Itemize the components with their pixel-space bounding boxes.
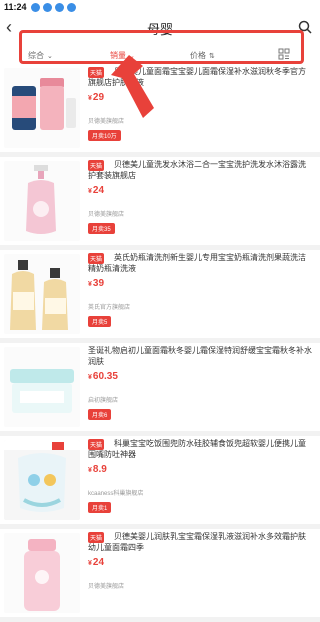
- product-price: ¥39: [88, 278, 105, 289]
- notification-icon: [42, 2, 52, 12]
- tmall-badge: 天猫: [88, 532, 105, 543]
- product-price: ¥24: [88, 185, 105, 196]
- product-name: 科巢宝宝吃饭围兜防水硅胶辅食饭兜超软婴儿便携儿童围嘴防吐神器: [88, 439, 306, 459]
- notification-icon: [54, 2, 64, 12]
- product-card[interactable]: 贝德美婴儿润肤乳宝宝霜保湿乳液滋润补水多效霜护肤幼儿童面霜四季 天猫 ¥24 贝…: [0, 529, 320, 617]
- product-card[interactable]: 科巢宝宝吃饭围兜防水硅胶辅食饭兜超软婴儿便携儿童围嘴防吐神器 天猫 ¥8.9 k…: [0, 436, 320, 524]
- product-price: ¥24: [88, 557, 105, 568]
- product-list: 贝德美儿童面霜宝宝婴儿面霜保湿补水滋润秋冬季官方旗舰店护肤乳液 天猫 ¥29 贝…: [0, 64, 320, 622]
- product-price: ¥8.9: [88, 464, 107, 475]
- price-sort-icon: ⇅: [209, 52, 215, 60]
- status-time: 11:24: [4, 2, 27, 12]
- product-name: 贝德美婴儿润肤乳宝宝霜保湿乳液滋润补水多效霜护肤幼儿童面霜四季: [88, 532, 306, 552]
- product-image: [4, 347, 80, 427]
- product-card[interactable]: 贝德美儿童洗发水沐浴二合一宝宝洗护洗发水沐浴露洗护套装旗舰店 天猫 ¥24 贝德…: [0, 157, 320, 245]
- search-icon[interactable]: [298, 20, 312, 34]
- product-name: 贝德美儿童面霜宝宝婴儿面霜保湿补水滋润秋冬季官方旗舰店护肤乳液: [88, 67, 306, 87]
- top-bar: ‹ 母婴: [0, 14, 320, 42]
- notification-icon: [30, 2, 40, 12]
- product-name: 贝德美儿童洗发水沐浴二合一宝宝洗护洗发水沐浴露洗护套装旗舰店: [88, 160, 306, 180]
- sales-badge: 月卖6: [88, 409, 112, 420]
- product-image: [4, 440, 80, 520]
- product-price: ¥29: [88, 92, 105, 103]
- sales-badge: 月卖1: [88, 502, 112, 513]
- sort-price[interactable]: 价格 ⇅: [190, 50, 215, 61]
- shop-name: 英氏官方旗舰店: [88, 305, 131, 311]
- shop-name: 贝德美旗舰店: [88, 584, 125, 590]
- tmall-badge: 天猫: [88, 253, 105, 264]
- product-name: 英氏奶瓶清洗剂新生婴儿专用宝宝奶瓶清洗剂果蔬洗洁精奶瓶清洗液: [88, 253, 306, 273]
- shop-name: kcaaness科巢旗舰店: [88, 491, 144, 497]
- product-card[interactable]: 贝德美儿童面霜宝宝婴儿面霜保湿补水滋润秋冬季官方旗舰店护肤乳液 天猫 ¥29 贝…: [0, 64, 320, 152]
- product-card[interactable]: 圣诞礼物启初儿童面霜秋冬婴儿霜保湿特润舒缓宝宝霜秋冬补水润肤 ¥60.35 启初…: [0, 343, 320, 431]
- page-title: 母婴: [146, 21, 173, 37]
- tmall-badge: 天猫: [88, 439, 105, 450]
- sort-comprehensive[interactable]: 综合 ⌄: [28, 50, 53, 61]
- product-image: [4, 161, 80, 241]
- chevron-down-icon: ⌄: [47, 52, 53, 60]
- back-icon[interactable]: ‹: [6, 18, 12, 36]
- product-price: ¥60.35: [88, 371, 118, 382]
- notification-icon: [66, 2, 76, 12]
- sort-sales[interactable]: 销量 ⌄: [110, 50, 135, 61]
- sales-badge: 月卖35: [88, 223, 115, 234]
- chevron-down-icon: ⌄: [129, 52, 135, 60]
- sales-badge: 月卖10万: [88, 130, 121, 141]
- status-bar: 11:24: [0, 0, 320, 14]
- tmall-badge: 天猫: [88, 67, 105, 78]
- product-image: [4, 533, 80, 613]
- product-card[interactable]: 英氏奶瓶清洗剂新生婴儿专用宝宝奶瓶清洗剂果蔬洗洁精奶瓶清洗液 天猫 ¥39 英氏…: [0, 250, 320, 338]
- layout-toggle-icon[interactable]: [278, 48, 290, 60]
- tmall-badge: 天猫: [88, 160, 105, 171]
- shop-name: 贝德美旗舰店: [88, 212, 125, 218]
- product-name: 圣诞礼物启初儿童面霜秋冬婴儿霜保湿特润舒缓宝宝霜秋冬补水润肤: [88, 346, 312, 366]
- sales-badge: 月卖5: [88, 316, 112, 327]
- shop-name: 贝德美旗舰店: [88, 119, 125, 125]
- product-image: [4, 254, 80, 334]
- product-image: [4, 68, 80, 148]
- shop-name: 启初旗舰店: [88, 398, 119, 404]
